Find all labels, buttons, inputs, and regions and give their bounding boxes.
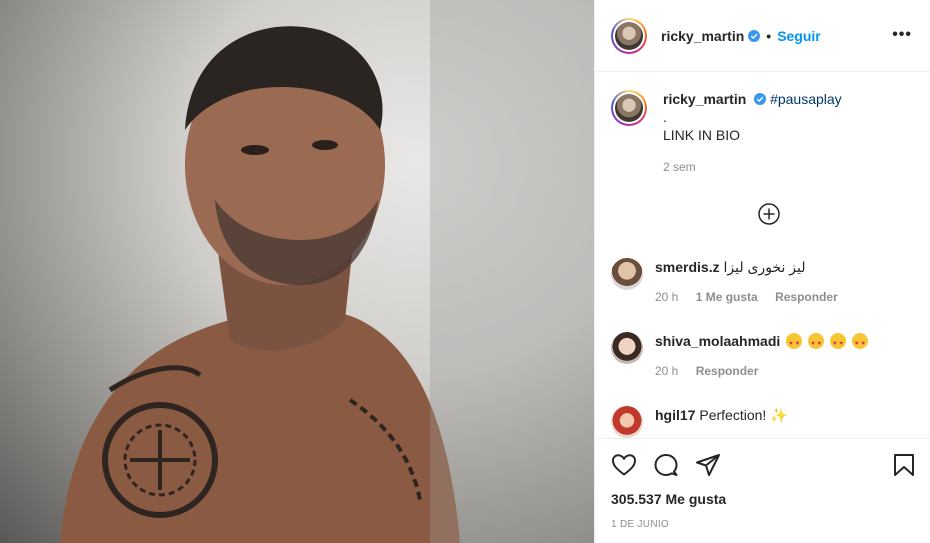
heart-eyes-emoji-icon	[851, 333, 868, 353]
comment-username[interactable]: hgil17	[655, 407, 695, 423]
comment-item: shiva_molaahmadi 20 h Responder	[611, 332, 921, 378]
post-side-panel: ricky_martin • Seguir ••• ricky_martin #…	[594, 0, 930, 543]
verified-icon	[748, 29, 761, 42]
verified-icon	[754, 93, 767, 105]
comment-item: smerdis.z ليز نخوری ليزا 20 h 1 Me gusta…	[611, 258, 921, 304]
reply-button[interactable]: Responder	[696, 364, 759, 378]
author-username[interactable]: ricky_martin	[661, 28, 744, 44]
separator-dot: •	[766, 27, 772, 44]
post-header: ricky_martin • Seguir •••	[595, 0, 930, 72]
bookmark-icon[interactable]	[893, 453, 915, 477]
heart-eyes-emoji-icon	[829, 333, 846, 353]
commenter-avatar[interactable]	[611, 258, 643, 290]
comment-time[interactable]: 20 h	[655, 364, 678, 378]
instagram-post: ricky_martin • Seguir ••• ricky_martin #…	[0, 0, 930, 543]
follow-button[interactable]: Seguir	[777, 28, 821, 44]
author-avatar[interactable]	[611, 17, 647, 54]
comment-likes[interactable]: 1 Me gusta	[696, 290, 758, 304]
comment-text: ليز نخوری ليزا	[723, 259, 806, 275]
comment-text: Perfection! ✨	[699, 407, 788, 423]
caption-avatar[interactable]	[611, 90, 647, 126]
heart-eyes-emoji-icon	[808, 333, 825, 353]
commenter-avatar[interactable]	[611, 406, 643, 438]
load-more-comments-icon[interactable]	[758, 203, 780, 225]
comment-item: hgil17 Perfection! ✨	[611, 406, 921, 438]
comment-username[interactable]: shiva_molaahmadi	[655, 333, 780, 349]
caption-line: .	[663, 109, 667, 125]
post-photo[interactable]	[0, 0, 594, 543]
share-icon[interactable]	[695, 453, 721, 477]
caption-time[interactable]: 2 sem	[663, 158, 842, 176]
likes-count[interactable]: 305.537 Me gusta	[611, 491, 726, 507]
caption-link-text: LINK IN BIO	[663, 127, 741, 143]
comment-username[interactable]: smerdis.z	[655, 259, 720, 275]
post-actions: 305.537 Me gusta 1 DE JUNIO	[595, 438, 930, 543]
heart-eyes-emoji-icon	[786, 333, 803, 353]
post-date[interactable]: 1 DE JUNIO	[611, 519, 669, 530]
portrait-image	[60, 0, 594, 543]
heart-icon[interactable]	[611, 453, 637, 477]
commenter-avatar[interactable]	[611, 332, 643, 364]
caption-username[interactable]: ricky_martin	[663, 91, 746, 107]
caption-hashtag[interactable]: #pausaplay	[770, 91, 842, 107]
comment-time[interactable]: 20 h	[655, 290, 678, 304]
reply-button[interactable]: Responder	[775, 290, 838, 304]
comment-icon[interactable]	[653, 453, 679, 477]
post-caption: ricky_martin #pausaplay . LINK IN BIO 2 …	[611, 90, 911, 176]
more-icon[interactable]: •••	[892, 26, 912, 44]
